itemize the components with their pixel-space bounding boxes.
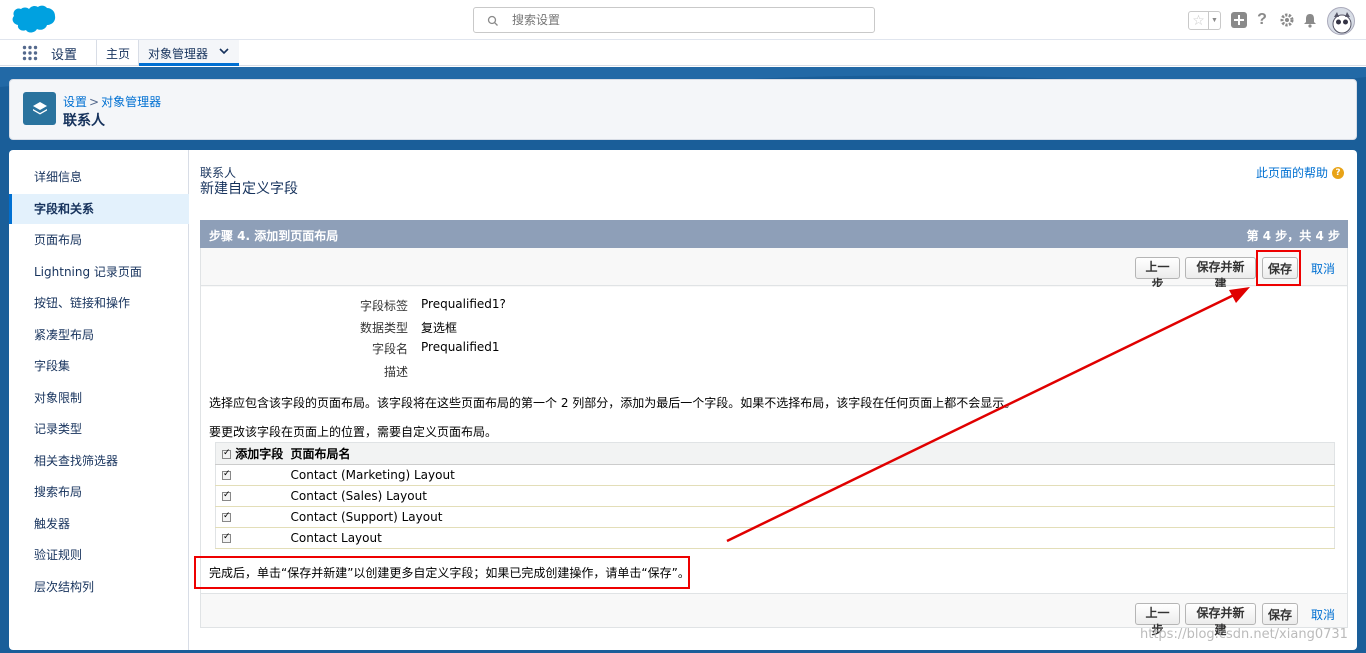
table-row: Contact (Marketing) Layout	[215, 464, 1335, 486]
search-icon	[487, 15, 498, 26]
search-input[interactable]	[512, 11, 852, 29]
sidebar-item-triggers[interactable]: 触发器	[9, 509, 189, 539]
save-and-new-button[interactable]: 保存并新建	[1185, 603, 1256, 637]
help-link-label: 此页面的帮助	[1255, 166, 1328, 180]
favorites-button[interactable]: ☆ ▼	[1188, 11, 1221, 30]
field-label-value: Prequalified1?	[421, 297, 506, 311]
app-launcher-icon[interactable]	[22, 45, 38, 61]
sidebar-item-fields-relationships[interactable]: 字段和关系	[9, 194, 189, 224]
object-manager-icon	[23, 92, 56, 125]
step-title: 步骤 4. 添加到页面布局	[209, 229, 339, 243]
data-type-value: 复选框	[421, 321, 458, 335]
field-detail-section: 字段标签 Prequalified1? 数据类型 复选框 字段名 Prequal…	[201, 287, 1347, 593]
layout-name: Contact Layout	[290, 527, 1335, 549]
tab-home[interactable]: 主页	[106, 45, 130, 62]
app-name: 设置	[51, 48, 78, 63]
field-name-value: Prequalified1	[421, 340, 500, 354]
table-row: Contact Layout	[215, 527, 1335, 549]
save-and-new-button[interactable]: 保存并新建	[1185, 257, 1256, 291]
field-name-label: 字段名	[371, 342, 408, 356]
sidebar-item-hierarchy-columns[interactable]: 层次结构列	[9, 572, 189, 602]
breadcrumb-separator: >	[89, 95, 100, 109]
chevron-down-icon[interactable]	[219, 47, 229, 58]
table-cell	[215, 485, 291, 507]
layout-name: Contact (Support) Layout	[290, 506, 1335, 528]
layout-name: Contact (Marketing) Layout	[290, 464, 1335, 486]
page-layout-table: 添加字段 页面布局名 Contact (Marketing) Layout Co…	[215, 442, 1335, 549]
cancel-link[interactable]: 取消	[1311, 606, 1335, 623]
global-search[interactable]	[473, 7, 875, 33]
data-type-label: 数据类型	[359, 321, 408, 335]
breadcrumb-object-manager-link[interactable]: 对象管理器	[101, 95, 161, 109]
sidebar-item-lightning-record-pages[interactable]: Lightning 记录页面	[9, 257, 189, 287]
table-row: Contact (Support) Layout	[215, 506, 1335, 528]
help-icon[interactable]: ?	[1252, 10, 1272, 30]
sidebar-item-validation-rules[interactable]: 验证规则	[9, 540, 189, 570]
completion-note-highlight	[194, 556, 690, 589]
sidebar-item-compact-layouts[interactable]: 紧凑型布局	[9, 320, 189, 350]
layout-checkbox[interactable]	[222, 469, 231, 480]
breadcrumb-setup-link[interactable]: 设置	[63, 95, 87, 109]
previous-button[interactable]: 上一步	[1135, 603, 1180, 637]
nav-divider	[96, 40, 97, 66]
page-heading: 新建自定义字段	[200, 181, 298, 197]
star-icon: ☆	[1192, 12, 1205, 28]
save-button-highlight	[1256, 250, 1301, 286]
step-header: 步骤 4. 添加到页面布局 第 4 步，共 4 步	[200, 220, 1348, 248]
layout-checkbox[interactable]	[222, 490, 231, 501]
gear-icon[interactable]	[1277, 10, 1297, 30]
page-header: 设置 > 对象管理器 联系人	[9, 79, 1357, 140]
breadcrumb: 设置 > 对象管理器	[63, 93, 161, 110]
chevron-down-icon[interactable]: ▼	[1208, 12, 1220, 29]
sidebar-item-object-limits[interactable]: 对象限制	[9, 383, 189, 413]
layout-name: Contact (Sales) Layout	[290, 485, 1335, 507]
field-label-label: 字段标签	[359, 299, 408, 313]
top-button-row: 上一步 保存并新建 保存 取消	[201, 248, 1347, 291]
table-header-row: 添加字段 页面布局名	[215, 442, 1335, 465]
app-navigation-bar: 设置 主页 对象管理器	[0, 40, 1366, 66]
layout-checkbox[interactable]	[222, 532, 231, 543]
sidebar-item-lookup-filters[interactable]: 相关查找筛选器	[9, 446, 189, 476]
table-row: Contact (Sales) Layout	[215, 485, 1335, 507]
step-progress: 第 4 步，共 4 步	[1246, 229, 1340, 243]
sidebar-item-record-types[interactable]: 记录类型	[9, 414, 189, 444]
add-field-column-label: 添加字段	[235, 447, 284, 461]
global-actions-icon[interactable]	[1229, 10, 1249, 30]
sidebar-item-field-sets[interactable]: 字段集	[9, 351, 189, 381]
save-button[interactable]: 保存	[1262, 603, 1298, 625]
sidebar-item-details[interactable]: 详细信息	[9, 162, 189, 192]
layout-instruction: 选择应包含该字段的页面布局。该字段将在这些页面布局的第一个 2 列部分，添加为最…	[209, 396, 1017, 410]
tab-object-manager[interactable]: 对象管理器	[139, 40, 239, 66]
page-title: 联系人	[63, 113, 105, 129]
table-cell	[215, 464, 291, 486]
help-for-this-page-link[interactable]: 此页面的帮助 ?	[1256, 164, 1344, 181]
tab-object-manager-label: 对象管理器	[148, 47, 209, 61]
watermark: https://blog.csdn.net/xiang0731	[1140, 627, 1348, 642]
help-question-icon: ?	[1332, 166, 1344, 179]
global-header: ☆ ▼ ?	[0, 0, 1366, 40]
layout-name-column-header: 页面布局名	[290, 442, 1335, 465]
sidebar-item-search-layouts[interactable]: 搜索布局	[9, 477, 189, 507]
object-sidebar: 详细信息 字段和关系 页面布局 Lightning 记录页面 按钮、链接和操作 …	[9, 150, 189, 650]
table-cell	[215, 506, 291, 528]
bottom-button-row: 上一步 保存并新建 保存 取消	[201, 593, 1347, 637]
previous-button[interactable]: 上一步	[1135, 257, 1180, 291]
layout-customize-instruction: 要更改该字段在页面上的位置，需要自定义页面布局。	[209, 425, 498, 439]
salesforce-logo-icon[interactable]	[10, 5, 56, 35]
table-cell	[215, 527, 291, 549]
cancel-link[interactable]: 取消	[1311, 260, 1335, 277]
select-all-checkbox[interactable]	[222, 448, 231, 459]
add-field-column-header: 添加字段	[215, 442, 291, 465]
description-label: 描述	[383, 365, 408, 379]
sidebar-item-page-layouts[interactable]: 页面布局	[9, 225, 189, 255]
user-avatar[interactable]	[1327, 7, 1355, 35]
layout-checkbox[interactable]	[222, 511, 231, 522]
notification-bell-icon[interactable]	[1300, 10, 1320, 30]
sidebar-item-buttons-links-actions[interactable]: 按钮、链接和操作	[9, 288, 189, 318]
